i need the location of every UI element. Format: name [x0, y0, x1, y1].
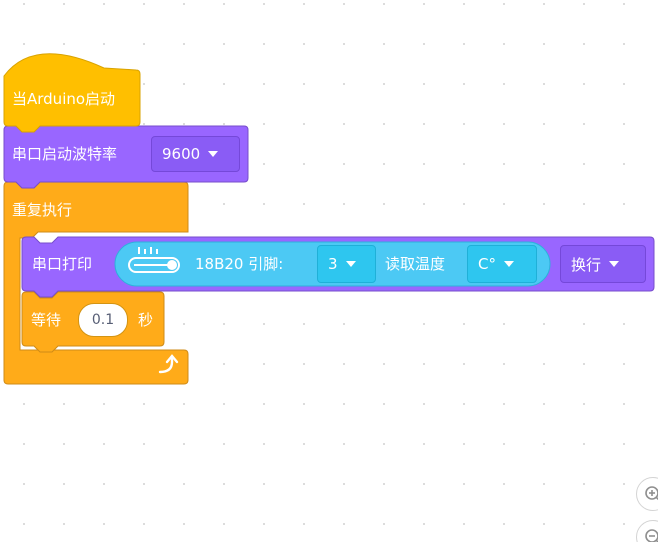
pin-value: 3	[328, 255, 338, 273]
newline-value: 换行	[571, 255, 602, 274]
chevron-down-icon	[609, 261, 620, 267]
chevron-down-icon	[345, 261, 356, 267]
zoom-out-icon	[645, 529, 658, 542]
chevron-down-icon	[503, 261, 514, 267]
temperature-unit-value: C°	[478, 255, 496, 273]
wait-seconds-input[interactable]: 0.1	[78, 303, 128, 337]
newline-dropdown[interactable]: 换行	[560, 245, 646, 283]
workspace-canvas[interactable]: 当Arduino启动 串口启动波特率 9600 重复执行 串口打印 18B20 …	[0, 0, 658, 542]
baud-rate-dropdown[interactable]: 9600	[151, 136, 240, 172]
read-temperature-label: 读取温度	[385, 255, 446, 273]
chevron-down-icon	[208, 151, 219, 157]
seconds-unit-label: 秒	[138, 311, 154, 329]
serial-begin-label: 串口启动波特率	[12, 145, 118, 163]
wait-label: 等待	[31, 311, 62, 329]
forever-block-label: 重复执行	[12, 201, 73, 219]
sensor-pin-label: 18B20 引脚:	[195, 255, 284, 273]
temperature-unit-dropdown[interactable]: C°	[467, 245, 537, 283]
zoom-in-icon	[645, 486, 658, 501]
hat-block-label: 当Arduino启动	[12, 90, 116, 108]
pin-dropdown[interactable]: 3	[317, 245, 376, 283]
baud-rate-value: 9600	[162, 145, 201, 163]
wait-seconds-value: 0.1	[91, 312, 115, 328]
serial-print-label: 串口打印	[32, 255, 93, 273]
